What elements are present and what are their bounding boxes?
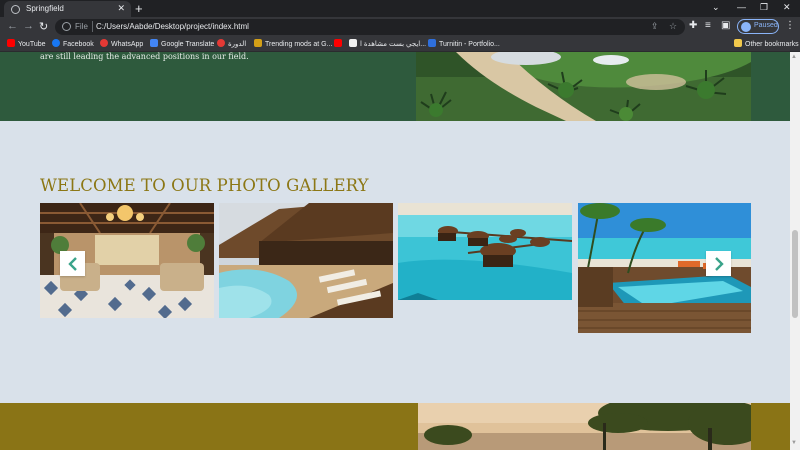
side-panel-icon[interactable]: ▣ xyxy=(721,20,730,31)
tab-springfield[interactable]: Springfield ✕ xyxy=(4,1,131,17)
close-window-button[interactable]: ✕ xyxy=(783,2,791,13)
next-section xyxy=(0,403,790,450)
translate-icon xyxy=(150,39,158,47)
bookmark-label: Trending mods at G... xyxy=(265,41,333,48)
tab-title: Springfield xyxy=(26,4,64,13)
bookmark-label: الدورة xyxy=(228,41,247,48)
bookmark-label: Facebook xyxy=(63,41,94,48)
bookmark-youtube-2[interactable] xyxy=(334,39,345,50)
profile-button[interactable]: Paused xyxy=(737,19,779,34)
other-bookmarks-label: Other bookmarks xyxy=(745,41,799,48)
bookmark-trending-mods[interactable]: Trending mods at G... xyxy=(254,39,332,50)
back-button[interactable]: ← xyxy=(7,20,18,32)
resort-aerial-image xyxy=(416,52,751,121)
maximize-button[interactable]: ❐ xyxy=(760,2,768,13)
bookmark-star-icon[interactable]: ☆ xyxy=(669,21,677,32)
gallery-next-button[interactable] xyxy=(706,251,731,276)
bookmark-egybest[interactable]: ايجي بست مشاهدة ا... xyxy=(349,39,426,50)
scroll-up-arrow-icon[interactable]: ▲ xyxy=(791,54,797,60)
chevron-right-icon xyxy=(714,256,724,271)
about-section: are still leading the advanced positions… xyxy=(0,52,790,121)
scrollbar-thumb[interactable] xyxy=(792,230,798,318)
egybest-icon xyxy=(349,39,357,47)
profile-status: Paused xyxy=(754,22,778,29)
bookmark-label: WhatsApp xyxy=(111,41,144,48)
address-bar[interactable]: File C:/Users/Aabde/Desktop/project/inde… xyxy=(55,19,685,35)
gallery-photo-pool-resort[interactable] xyxy=(219,203,393,318)
bookmark-label: Google Translate xyxy=(161,41,215,48)
bookmark-whatsapp[interactable]: WhatsApp xyxy=(100,39,143,50)
page-scrollbar[interactable]: ▲ ▼ xyxy=(790,52,800,450)
scroll-down-arrow-icon[interactable]: ▼ xyxy=(791,440,797,446)
tab-strip: Springfield ✕ + ⌄ — ❐ ✕ xyxy=(0,0,800,17)
forward-button[interactable]: → xyxy=(23,20,34,32)
gallery-photo-overwater-bungalows[interactable] xyxy=(398,203,572,300)
mods-icon xyxy=(254,39,262,47)
folder-icon xyxy=(734,39,742,47)
share-icon[interactable]: ⇪ xyxy=(651,21,659,32)
omnibox-divider xyxy=(92,21,93,32)
course-icon xyxy=(217,39,225,47)
bookmark-course[interactable]: الدورة xyxy=(217,39,246,50)
chevron-left-icon xyxy=(67,256,77,271)
bookmark-youtube[interactable]: YouTube xyxy=(7,39,46,50)
bookmark-label: ايجي بست مشاهدة ا... xyxy=(360,41,427,48)
gallery-prev-button[interactable] xyxy=(60,251,85,276)
minimize-button[interactable]: — xyxy=(737,2,746,12)
bookmark-turnitin[interactable]: Turnitin - Portfolio... xyxy=(428,39,500,50)
globe-icon xyxy=(11,5,20,14)
youtube-icon xyxy=(7,39,15,47)
scheme-label: File xyxy=(75,22,88,31)
bookmark-label: YouTube xyxy=(18,41,46,48)
facebook-icon xyxy=(52,39,60,47)
page-viewport: are still leading the advanced positions… xyxy=(0,52,790,450)
menu-kebab-icon[interactable]: ⋮ xyxy=(785,20,795,31)
url-text[interactable]: C:/Users/Aabde/Desktop/project/index.htm… xyxy=(96,22,249,31)
browser-toolbar: ← → ↻ File C:/Users/Aabde/Desktop/projec… xyxy=(0,17,800,37)
reading-list-icon[interactable]: ≡ xyxy=(705,20,711,31)
bookmark-google-translate[interactable]: Google Translate xyxy=(150,39,214,50)
close-tab-icon[interactable]: ✕ xyxy=(117,3,125,14)
reload-button[interactable]: ↻ xyxy=(39,20,48,33)
about-text: are still leading the advanced positions… xyxy=(40,52,249,61)
gallery-title: WELCOME TO OUR PHOTO GALLERY xyxy=(40,176,369,195)
bookmarks-bar: YouTube Facebook WhatsApp Google Transla… xyxy=(0,37,800,52)
new-tab-button[interactable]: + xyxy=(135,1,143,16)
info-icon[interactable] xyxy=(62,22,71,31)
bookmark-facebook[interactable]: Facebook xyxy=(52,39,94,50)
bookmark-label: Turnitin - Portfolio... xyxy=(439,41,500,48)
turnitin-icon xyxy=(428,39,436,47)
tab-search-icon[interactable]: ⌄ xyxy=(712,2,720,13)
avatar xyxy=(741,22,751,32)
whatsapp-icon xyxy=(100,39,108,47)
other-bookmarks[interactable]: Other bookmarks xyxy=(734,39,799,50)
youtube-icon xyxy=(334,39,342,47)
extensions-icon[interactable]: ✚ xyxy=(689,20,697,31)
sunset-palms-image xyxy=(418,403,751,450)
